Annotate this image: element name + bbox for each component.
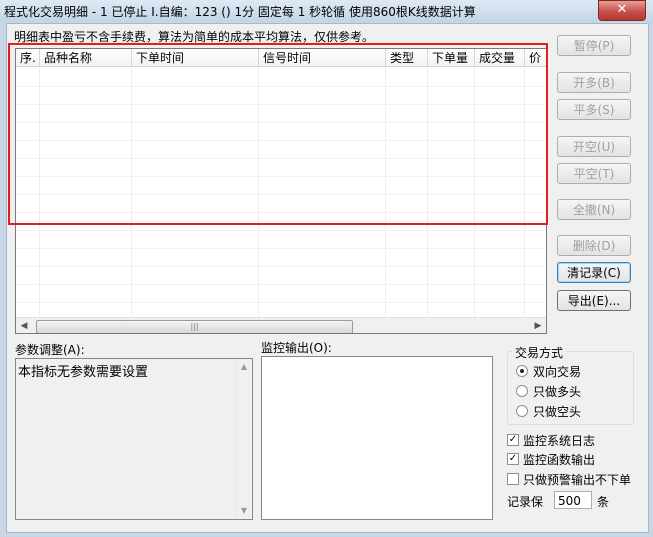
- scroll-right-icon[interactable]: ▶: [530, 318, 546, 333]
- output-label: 监控输出(O):: [261, 341, 332, 355]
- scroll-left-icon[interactable]: ◀: [16, 318, 32, 333]
- radio-long-only-label[interactable]: 只做多头: [533, 383, 581, 400]
- export-button[interactable]: 导出(E)...: [557, 290, 631, 311]
- radio-short-only-label[interactable]: 只做空头: [533, 403, 581, 420]
- close-short-button[interactable]: 平空(T): [557, 163, 631, 184]
- record-unit-label: 条: [597, 495, 610, 509]
- clear-records-button[interactable]: 清记录(C): [557, 262, 631, 283]
- close-button[interactable]: ✕: [598, 0, 646, 21]
- trade-mode-title: 交易方式: [512, 344, 567, 361]
- scroll-down-icon[interactable]: ▼: [236, 503, 252, 519]
- warn-only-label[interactable]: 只做预警输出不下单: [523, 471, 631, 488]
- close-long-button[interactable]: 平多(S): [557, 99, 631, 120]
- grid-row-line: [16, 302, 546, 303]
- horizontal-scrollbar[interactable]: ◀ ||| ▶: [16, 317, 546, 333]
- grid-row-line: [16, 284, 546, 285]
- scroll-up-icon[interactable]: ▲: [236, 359, 252, 375]
- grid-row-line: [16, 230, 546, 231]
- pause-button[interactable]: 暂停(P): [557, 35, 631, 56]
- cancel-all-button[interactable]: 全撤(N): [557, 199, 631, 220]
- grid-row-line: [16, 266, 546, 267]
- params-label: 参数调整(A):: [15, 343, 85, 357]
- params-text: 本指标无参数需要设置: [18, 365, 149, 380]
- record-keep-label: 记录保: [507, 495, 544, 509]
- title-bar: 程式化交易明细 - 1 已停止 I.自编：123 () 1分 固定每 1 秒轮循…: [0, 0, 653, 22]
- scroll-thumb[interactable]: |||: [36, 320, 353, 333]
- system-log-checkbox[interactable]: ✓: [507, 434, 519, 446]
- delete-button[interactable]: 删除(D): [557, 235, 631, 256]
- system-log-label[interactable]: 监控系统日志: [523, 432, 595, 449]
- grid-row-line: [16, 248, 546, 249]
- open-long-button[interactable]: 开多(B): [557, 72, 631, 93]
- params-scrollbar[interactable]: ▲ ▼: [235, 359, 252, 519]
- radio-both-label[interactable]: 双向交易: [533, 363, 581, 380]
- record-count-input[interactable]: 500: [554, 491, 592, 509]
- func-output-label[interactable]: 监控函数输出: [523, 451, 595, 468]
- output-textarea[interactable]: [261, 356, 493, 520]
- radio-long-only[interactable]: [516, 385, 528, 397]
- warn-only-checkbox[interactable]: [507, 473, 519, 485]
- highlight-box: [8, 43, 548, 225]
- open-short-button[interactable]: 开空(U): [557, 136, 631, 157]
- params-textarea[interactable]: 本指标无参数需要设置 ▲ ▼: [15, 358, 253, 520]
- window-title: 程式化交易明细 - 1 已停止 I.自编：123 () 1分 固定每 1 秒轮循…: [4, 5, 476, 19]
- func-output-checkbox[interactable]: ✓: [507, 453, 519, 465]
- radio-short-only[interactable]: [516, 405, 528, 417]
- radio-both[interactable]: [516, 365, 528, 377]
